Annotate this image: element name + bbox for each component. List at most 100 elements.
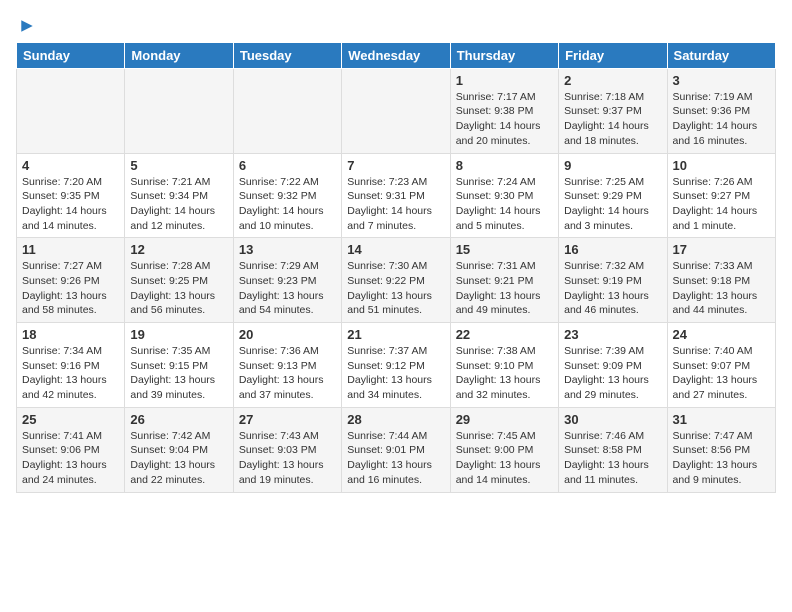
calendar-header-saturday: Saturday (667, 42, 775, 68)
calendar-cell: 12Sunrise: 7:28 AM Sunset: 9:25 PM Dayli… (125, 238, 233, 323)
calendar-cell: 5 Sunrise: 7:21 AM Sunset: 9:34 PM Daylig… (125, 153, 233, 238)
calendar-cell: 24 Sunrise: 7:40 AM Sunset: 9:07 PM Dayli… (667, 323, 775, 408)
day-number: 23 (564, 327, 661, 342)
calendar-cell: 20 Sunrise: 7:36 AM Sunset: 9:13 PM Dayli… (233, 323, 341, 408)
calendar-cell: 30Sunrise: 7:46 AM Sunset: 8:58 PM Dayli… (559, 407, 667, 492)
day-info: Sunrise: 7:22 AM Sunset: 9:32 PM Dayligh… (239, 175, 336, 234)
day-number: 28 (347, 412, 444, 427)
day-number: 24 (673, 327, 770, 342)
calendar-cell: 27 Sunrise: 7:43 AM Sunset: 9:03 PM Dayli… (233, 407, 341, 492)
day-number: 7 (347, 158, 444, 173)
calendar-week-1: 1 Sunrise: 7:17 AM Sunset: 9:38 PM Daylig… (17, 68, 776, 153)
day-number: 11 (22, 242, 119, 257)
calendar-cell: 23Sunrise: 7:39 AM Sunset: 9:09 PM Dayli… (559, 323, 667, 408)
calendar: SundayMondayTuesdayWednesdayThursdayFrid… (16, 42, 776, 493)
page: SundayMondayTuesdayWednesdayThursdayFrid… (0, 0, 792, 509)
day-number: 19 (130, 327, 227, 342)
day-info: Sunrise: 7:41 AM Sunset: 9:06 PM Dayligh… (22, 429, 119, 488)
day-info: Sunrise: 7:34 AM Sunset: 9:16 PM Dayligh… (22, 344, 119, 403)
calendar-header-friday: Friday (559, 42, 667, 68)
logo-text (16, 16, 36, 36)
day-number: 29 (456, 412, 553, 427)
day-number: 25 (22, 412, 119, 427)
calendar-cell: 2 Sunrise: 7:18 AM Sunset: 9:37 PM Daylig… (559, 68, 667, 153)
day-info: Sunrise: 7:28 AM Sunset: 9:25 PM Dayligh… (130, 259, 227, 318)
day-number: 21 (347, 327, 444, 342)
calendar-cell: 4Sunrise: 7:20 AM Sunset: 9:35 PM Daylig… (17, 153, 125, 238)
calendar-cell (17, 68, 125, 153)
calendar-week-3: 11 Sunrise: 7:27 AM Sunset: 9:26 PM Dayli… (17, 238, 776, 323)
day-info: Sunrise: 7:40 AM Sunset: 9:07 PM Dayligh… (673, 344, 770, 403)
calendar-cell: 6 Sunrise: 7:22 AM Sunset: 9:32 PM Daylig… (233, 153, 341, 238)
day-info: Sunrise: 7:24 AM Sunset: 9:30 PM Dayligh… (456, 175, 553, 234)
calendar-cell (125, 68, 233, 153)
day-number: 6 (239, 158, 336, 173)
calendar-header-thursday: Thursday (450, 42, 558, 68)
calendar-cell (342, 68, 450, 153)
day-info: Sunrise: 7:32 AM Sunset: 9:19 PM Dayligh… (564, 259, 661, 318)
day-number: 3 (673, 73, 770, 88)
calendar-cell: 15 Sunrise: 7:31 AM Sunset: 9:21 PM Dayli… (450, 238, 558, 323)
day-info: Sunrise: 7:38 AM Sunset: 9:10 PM Dayligh… (456, 344, 553, 403)
calendar-week-5: 25 Sunrise: 7:41 AM Sunset: 9:06 PM Dayli… (17, 407, 776, 492)
day-info: Sunrise: 7:31 AM Sunset: 9:21 PM Dayligh… (456, 259, 553, 318)
day-number: 22 (456, 327, 553, 342)
day-number: 17 (673, 242, 770, 257)
calendar-header-monday: Monday (125, 42, 233, 68)
day-number: 2 (564, 73, 661, 88)
day-number: 27 (239, 412, 336, 427)
calendar-cell: 25 Sunrise: 7:41 AM Sunset: 9:06 PM Dayli… (17, 407, 125, 492)
calendar-cell: 17Sunrise: 7:33 AM Sunset: 9:18 PM Dayli… (667, 238, 775, 323)
calendar-cell (233, 68, 341, 153)
calendar-cell: 28 Sunrise: 7:44 AM Sunset: 9:01 PM Dayli… (342, 407, 450, 492)
day-number: 20 (239, 327, 336, 342)
day-info: Sunrise: 7:47 AM Sunset: 8:56 PM Dayligh… (673, 429, 770, 488)
day-info: Sunrise: 7:18 AM Sunset: 9:37 PM Dayligh… (564, 90, 661, 149)
calendar-cell: 26Sunrise: 7:42 AM Sunset: 9:04 PM Dayli… (125, 407, 233, 492)
calendar-cell: 1 Sunrise: 7:17 AM Sunset: 9:38 PM Daylig… (450, 68, 558, 153)
calendar-cell: 11 Sunrise: 7:27 AM Sunset: 9:26 PM Dayli… (17, 238, 125, 323)
calendar-cell: 16 Sunrise: 7:32 AM Sunset: 9:19 PM Dayli… (559, 238, 667, 323)
day-info: Sunrise: 7:35 AM Sunset: 9:15 PM Dayligh… (130, 344, 227, 403)
day-number: 5 (130, 158, 227, 173)
calendar-header-row: SundayMondayTuesdayWednesdayThursdayFrid… (17, 42, 776, 68)
day-info: Sunrise: 7:17 AM Sunset: 9:38 PM Dayligh… (456, 90, 553, 149)
calendar-cell: 31 Sunrise: 7:47 AM Sunset: 8:56 PM Dayli… (667, 407, 775, 492)
day-info: Sunrise: 7:25 AM Sunset: 9:29 PM Dayligh… (564, 175, 661, 234)
day-info: Sunrise: 7:30 AM Sunset: 9:22 PM Dayligh… (347, 259, 444, 318)
day-number: 4 (22, 158, 119, 173)
calendar-header-sunday: Sunday (17, 42, 125, 68)
day-info: Sunrise: 7:44 AM Sunset: 9:01 PM Dayligh… (347, 429, 444, 488)
day-info: Sunrise: 7:29 AM Sunset: 9:23 PM Dayligh… (239, 259, 336, 318)
day-number: 13 (239, 242, 336, 257)
calendar-header-tuesday: Tuesday (233, 42, 341, 68)
day-number: 15 (456, 242, 553, 257)
day-number: 1 (456, 73, 553, 88)
calendar-cell: 19 Sunrise: 7:35 AM Sunset: 9:15 PM Dayli… (125, 323, 233, 408)
calendar-header-wednesday: Wednesday (342, 42, 450, 68)
calendar-cell: 10Sunrise: 7:26 AM Sunset: 9:27 PM Dayli… (667, 153, 775, 238)
day-info: Sunrise: 7:27 AM Sunset: 9:26 PM Dayligh… (22, 259, 119, 318)
calendar-cell: 14 Sunrise: 7:30 AM Sunset: 9:22 PM Dayli… (342, 238, 450, 323)
calendar-week-2: 4Sunrise: 7:20 AM Sunset: 9:35 PM Daylig… (17, 153, 776, 238)
calendar-cell: 18 Sunrise: 7:34 AM Sunset: 9:16 PM Dayli… (17, 323, 125, 408)
day-number: 18 (22, 327, 119, 342)
logo (16, 16, 36, 34)
day-info: Sunrise: 7:23 AM Sunset: 9:31 PM Dayligh… (347, 175, 444, 234)
day-info: Sunrise: 7:45 AM Sunset: 9:00 PM Dayligh… (456, 429, 553, 488)
day-info: Sunrise: 7:19 AM Sunset: 9:36 PM Dayligh… (673, 90, 770, 149)
day-info: Sunrise: 7:43 AM Sunset: 9:03 PM Dayligh… (239, 429, 336, 488)
day-info: Sunrise: 7:21 AM Sunset: 9:34 PM Dayligh… (130, 175, 227, 234)
day-number: 8 (456, 158, 553, 173)
calendar-cell: 22 Sunrise: 7:38 AM Sunset: 9:10 PM Dayli… (450, 323, 558, 408)
day-info: Sunrise: 7:36 AM Sunset: 9:13 PM Dayligh… (239, 344, 336, 403)
calendar-cell: 13 Sunrise: 7:29 AM Sunset: 9:23 PM Dayli… (233, 238, 341, 323)
header (16, 16, 776, 34)
calendar-cell: 29 Sunrise: 7:45 AM Sunset: 9:00 PM Dayli… (450, 407, 558, 492)
day-number: 14 (347, 242, 444, 257)
day-number: 9 (564, 158, 661, 173)
day-number: 16 (564, 242, 661, 257)
day-number: 31 (673, 412, 770, 427)
calendar-cell: 8 Sunrise: 7:24 AM Sunset: 9:30 PM Daylig… (450, 153, 558, 238)
calendar-cell: 9 Sunrise: 7:25 AM Sunset: 9:29 PM Daylig… (559, 153, 667, 238)
